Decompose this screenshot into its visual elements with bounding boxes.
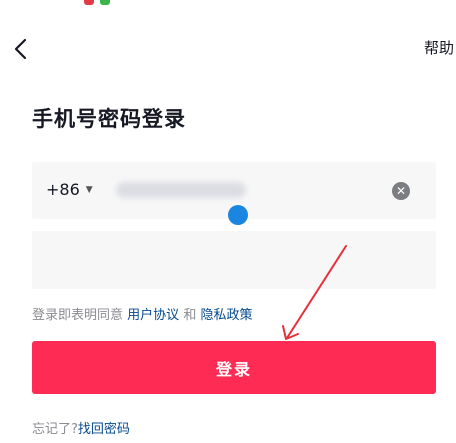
forgot-password-row: 忘记了?找回密码: [32, 418, 130, 437]
agreement-and: 和: [183, 308, 197, 323]
status-bar: [0, 0, 456, 10]
login-button[interactable]: 登录: [32, 341, 436, 394]
forgot-prefix: 忘记了?: [32, 422, 78, 437]
agreement-prefix: 登录即表明同意: [32, 308, 124, 323]
status-red-icon: [84, 0, 94, 5]
country-code-label: +86: [46, 180, 80, 199]
back-button[interactable]: [10, 34, 34, 64]
country-code-selector[interactable]: +86 ▼: [46, 180, 93, 199]
privacy-policy-link[interactable]: 隐私政策: [200, 308, 252, 323]
back-arrow-icon: [14, 38, 27, 60]
password-input[interactable]: [46, 248, 350, 274]
status-green-icon: [100, 0, 110, 5]
user-agreement-link[interactable]: 用户协议: [127, 308, 179, 323]
phone-input[interactable]: [112, 178, 256, 204]
page-title: 手机号密码登录: [32, 107, 186, 131]
clear-icon[interactable]: ✕: [392, 182, 410, 200]
dropdown-caret-icon: ▼: [85, 184, 93, 195]
password-field[interactable]: [32, 231, 436, 289]
touch-indicator: [228, 205, 248, 225]
help-link[interactable]: 帮助: [424, 37, 454, 58]
recover-password-link[interactable]: 找回密码: [78, 422, 130, 437]
agreement-text: 登录即表明同意 用户协议 和 隐私政策: [32, 304, 252, 323]
